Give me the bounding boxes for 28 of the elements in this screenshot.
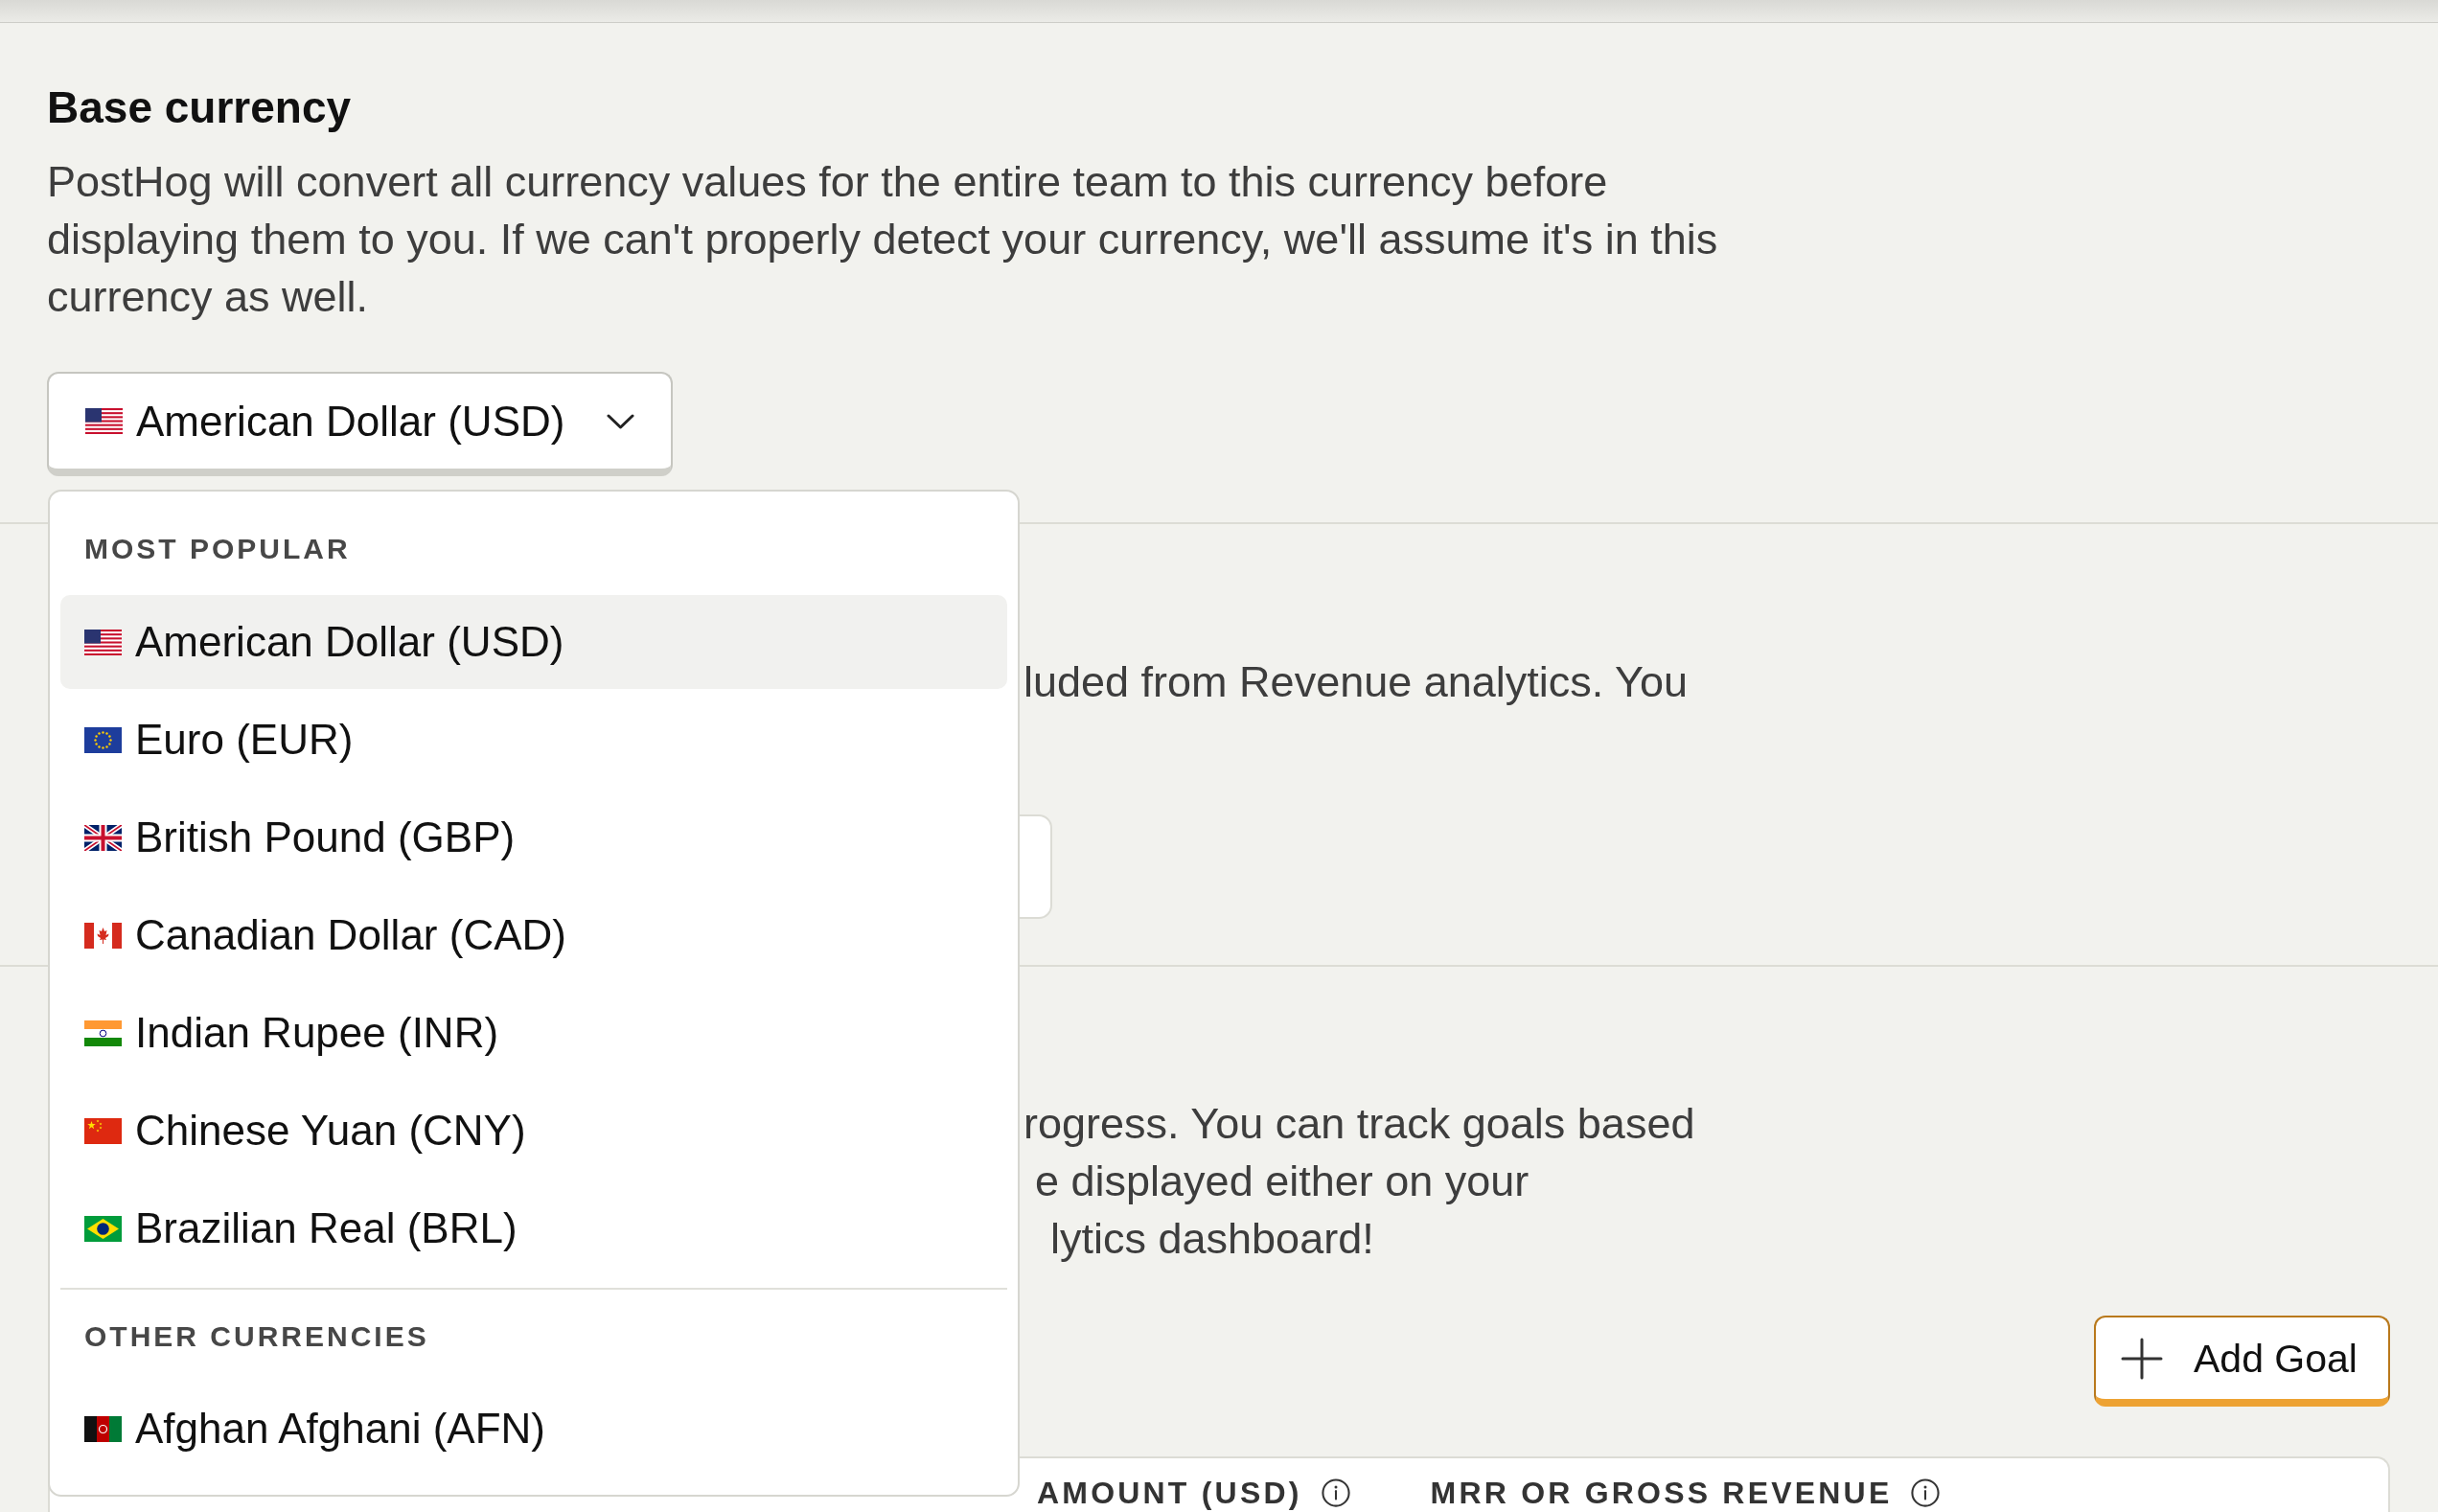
currency-select[interactable]: American Dollar (USD) bbox=[47, 372, 673, 476]
currency-option[interactable]: Indian Rupee (INR) bbox=[60, 986, 1007, 1080]
afghanistan-flag-icon bbox=[84, 1415, 122, 1442]
uk-flag-icon bbox=[84, 824, 122, 851]
section-description: PostHog will convert all currency values for the entire team to this currency before displaying them to you. If we can't properly detect your currency, we'll assume it's in this currency as well. bbox=[47, 156, 1719, 323]
currency-option[interactable]: Euro (EUR) bbox=[60, 693, 1007, 787]
currency-option[interactable]: American Dollar (USD) bbox=[60, 595, 1007, 689]
currency-option[interactable]: Canadian Dollar (CAD) bbox=[60, 888, 1007, 982]
currency-option[interactable]: Brazilian Real (BRL) bbox=[60, 1181, 1007, 1275]
section-description: luded from Revenue analytics. You bbox=[1024, 656, 1688, 708]
currency-option[interactable]: Afghan Afghani (AFN) bbox=[60, 1382, 1007, 1476]
currency-option[interactable]: Chinese Yuan (CNY) bbox=[60, 1084, 1007, 1178]
plus-icon bbox=[2121, 1337, 2163, 1380]
section-title: Base currency bbox=[47, 81, 352, 134]
column-header: MRR OR GROSS REVENUE bbox=[1430, 1478, 1893, 1507]
section-description: rogress. You can track goals based e displayed either on your lytics dashboard! bbox=[1024, 1098, 1695, 1265]
group-heading: MOST POPULAR bbox=[84, 532, 351, 566]
add-goal-button[interactable]: Add Goal bbox=[2094, 1316, 2390, 1407]
us-flag-icon bbox=[85, 408, 123, 434]
chevron-down-icon bbox=[607, 413, 634, 429]
group-heading: OTHER CURRENCIES bbox=[84, 1319, 429, 1354]
china-flag-icon bbox=[84, 1117, 122, 1144]
us-flag-icon bbox=[84, 629, 122, 655]
eu-flag-icon bbox=[84, 726, 122, 753]
india-flag-icon bbox=[84, 1019, 122, 1046]
brazil-flag-icon bbox=[84, 1215, 122, 1242]
canada-flag-icon bbox=[84, 922, 122, 949]
currency-option[interactable]: British Pound (GBP) bbox=[60, 790, 1007, 884]
